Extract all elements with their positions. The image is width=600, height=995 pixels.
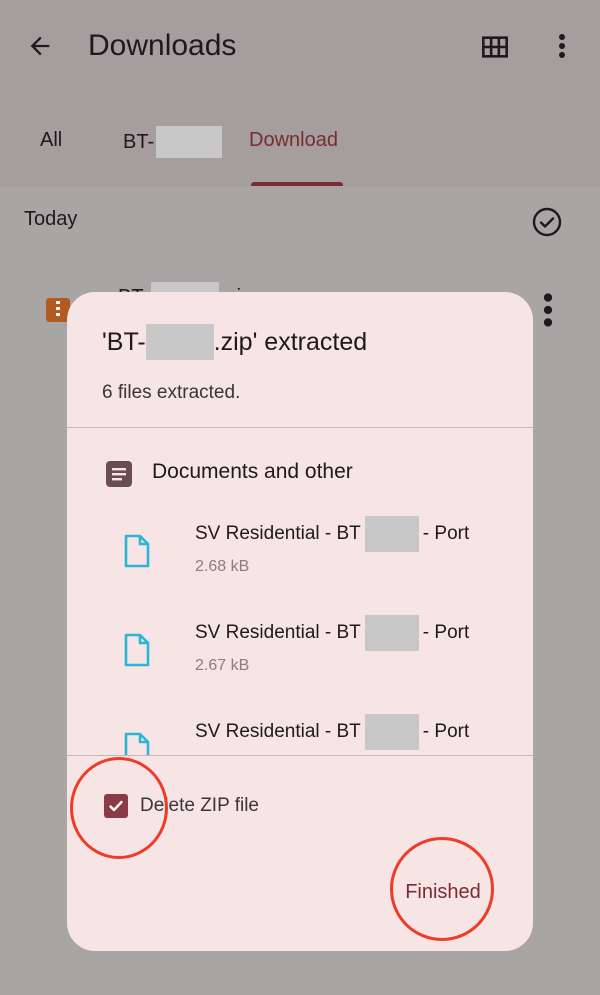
select-all-check-icon[interactable] (530, 205, 564, 239)
tab-all[interactable]: All (40, 126, 62, 154)
document-group-icon (106, 461, 132, 487)
file-name: SV Residential - BT - Port (195, 615, 469, 651)
tab-download[interactable]: Download (249, 126, 338, 154)
item-more-vert-icon[interactable] (538, 292, 558, 328)
divider (67, 427, 533, 428)
file-icon (124, 534, 150, 568)
file-name: SV Residential - BT - Port (195, 516, 469, 552)
tab-selected-indicator (251, 182, 343, 186)
section-header-today: Today (24, 208, 78, 230)
list-item[interactable]: SV Residential - BT - Port (67, 710, 533, 755)
tab-bt-label: BT- (123, 131, 155, 153)
file-name: SV Residential - BT - Port (195, 714, 469, 750)
page-title: Downloads (88, 29, 237, 62)
list-item[interactable]: SV Residential - BT - Port 2.68 kB (67, 512, 533, 604)
extracted-files-list[interactable]: SV Residential - BT - Port 2.68 kB SV Re… (67, 512, 533, 755)
grid-view-button[interactable] (478, 30, 512, 64)
back-button[interactable] (22, 28, 58, 64)
redaction-box (145, 324, 214, 360)
arrow-back-icon (30, 36, 50, 56)
file-icon (124, 732, 150, 755)
dialog-title: 'BT- .zip' extracted (102, 324, 367, 360)
list-item[interactable]: SV Residential - BT - Port 2.67 kB (67, 611, 533, 703)
file-icon (124, 633, 150, 667)
group-label: Documents and other (152, 460, 353, 483)
highlight-circle-finished (390, 837, 494, 941)
redaction-box (364, 516, 419, 552)
top-app-bar: Downloads All BT- Download (0, 0, 600, 186)
tab-bt[interactable]: BT- (123, 126, 223, 158)
redaction-box (364, 615, 419, 651)
app-root: Downloads All BT- Download Today 'BT- .z… (0, 0, 600, 995)
dialog-subtitle: 6 files extracted. (102, 382, 241, 403)
divider (67, 755, 533, 756)
grid-view-icon (482, 36, 508, 58)
file-size: 2.68 kB (195, 558, 250, 575)
more-options-button[interactable] (548, 28, 576, 64)
redaction-box (364, 714, 419, 750)
highlight-circle-checkbox (70, 757, 168, 859)
file-size: 2.67 kB (195, 657, 250, 674)
more-vert-icon (559, 34, 565, 58)
redaction-box (156, 126, 223, 158)
